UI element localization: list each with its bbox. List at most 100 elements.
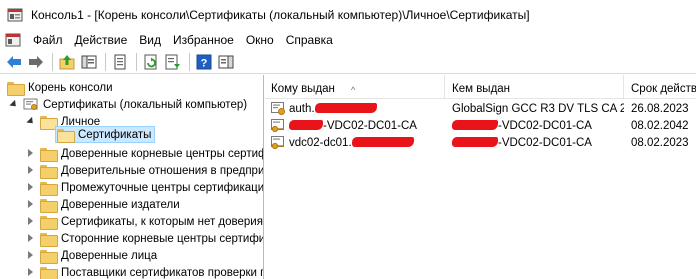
tree-item-certificates[interactable]: Сертификаты bbox=[55, 126, 156, 143]
folder-icon bbox=[40, 147, 58, 162]
tree-item-folder[interactable]: Доверенные лица bbox=[27, 247, 157, 264]
redaction-mark bbox=[289, 119, 323, 130]
folder-icon bbox=[40, 232, 58, 247]
forward-icon bbox=[29, 55, 43, 68]
menu-bar: Файл Действие Вид Избранное Окно Справка bbox=[0, 30, 696, 50]
toolbar-separator bbox=[105, 52, 106, 71]
folder-icon bbox=[40, 164, 58, 179]
tree-item-label: Доверенные издатели bbox=[61, 198, 180, 211]
expand-arrow-icon[interactable] bbox=[27, 117, 36, 126]
collapse-arrow-icon[interactable] bbox=[27, 251, 36, 260]
tree-item-label: Сертификаты (локальный компьютер) bbox=[43, 98, 248, 111]
tree-item-label: Сторонние корневые центры сертификац bbox=[61, 232, 264, 245]
cell-issued-by: -VDC02-DC01-CA bbox=[452, 118, 624, 135]
folder-icon bbox=[7, 81, 25, 96]
mmc-console-icon bbox=[7, 7, 23, 23]
cell-issued-by: GlobalSign GCC R3 DV TLS CA 2020 bbox=[452, 103, 624, 115]
collapse-arrow-icon[interactable] bbox=[27, 200, 36, 209]
collapse-arrow-icon[interactable] bbox=[27, 217, 36, 226]
redaction-mark bbox=[314, 102, 377, 113]
collapse-arrow-icon[interactable] bbox=[27, 166, 36, 175]
folder-icon bbox=[40, 198, 58, 213]
column-header-issued-by[interactable]: Кем выдан bbox=[446, 75, 624, 99]
menu-favorites[interactable]: Избранное bbox=[167, 30, 240, 50]
toolbar-separator bbox=[136, 52, 137, 71]
cell-expiration: 08.02.2023 bbox=[631, 137, 689, 149]
tree-item-folder[interactable]: Доверенные издатели bbox=[27, 196, 180, 213]
tree-item-label: Сертификаты bbox=[78, 128, 152, 141]
back-button[interactable] bbox=[4, 52, 24, 72]
tree-item-console-root[interactable]: Корень консоли bbox=[7, 79, 113, 96]
folder-icon bbox=[40, 266, 58, 279]
forward-button[interactable] bbox=[26, 52, 46, 72]
collapse-arrow-icon[interactable] bbox=[27, 234, 36, 243]
title-bar: Консоль1 - [Корень консоли\Сертификаты (… bbox=[0, 0, 696, 30]
list-header: Кому выдан ^ Кем выдан Срок действи bbox=[265, 75, 696, 99]
folder-open-icon bbox=[40, 115, 58, 130]
help-icon: ? bbox=[196, 54, 212, 69]
export-list-button[interactable] bbox=[163, 52, 183, 72]
show-hide-tree-button[interactable] bbox=[79, 52, 99, 72]
show-hide-action-pane-button[interactable] bbox=[216, 52, 236, 72]
console-window-icon[interactable] bbox=[5, 32, 21, 48]
toolbar: ? bbox=[0, 50, 696, 74]
menu-file[interactable]: Файл bbox=[27, 30, 69, 50]
tree-item-folder[interactable]: Сторонние корневые центры сертификац bbox=[27, 230, 264, 247]
show-hide-action-pane-icon bbox=[218, 55, 234, 68]
window-title: Консоль1 - [Корень консоли\Сертификаты (… bbox=[31, 8, 530, 22]
cell-issued-to: -VDC02-DC01-CA bbox=[289, 118, 444, 135]
toolbar-separator bbox=[52, 52, 53, 71]
tree-item-folder[interactable]: Промежуточные центры сертификации bbox=[27, 179, 264, 196]
tree-item-label: Сертификаты, к которым нет доверия bbox=[61, 215, 263, 228]
collapse-arrow-icon[interactable] bbox=[27, 183, 36, 192]
tree-item-folder[interactable]: Поставщики сертификатов проверки под bbox=[27, 264, 264, 279]
up-folder-icon bbox=[59, 54, 75, 69]
folder-open-icon bbox=[57, 128, 75, 143]
console-tree: Корень консоли Сертификаты (локальный ко… bbox=[0, 75, 264, 279]
cell-issued-to: auth. bbox=[289, 101, 444, 118]
certificate-list: Кому выдан ^ Кем выдан Срок действи auth… bbox=[265, 75, 696, 279]
table-row[interactable]: auth. GlobalSign GCC R3 DV TLS CA 2020 2… bbox=[265, 101, 696, 118]
refresh-icon bbox=[144, 54, 157, 69]
folder-icon bbox=[40, 215, 58, 230]
certificate-key-icon bbox=[271, 119, 284, 133]
tree-item-label: Промежуточные центры сертификации bbox=[61, 181, 264, 194]
certificate-key-icon bbox=[271, 136, 284, 150]
collapse-arrow-icon[interactable] bbox=[27, 149, 36, 158]
certificate-icon bbox=[271, 102, 285, 115]
table-row[interactable]: vdc02-dc01. -VDC02-DC01-CA 08.02.2023 bbox=[265, 135, 696, 152]
cell-issued-by: -VDC02-DC01-CA bbox=[452, 135, 624, 152]
refresh-button[interactable] bbox=[141, 52, 161, 72]
redaction-mark bbox=[351, 136, 414, 147]
menu-action[interactable]: Действие bbox=[69, 30, 134, 50]
tree-item-label: Корень консоли bbox=[28, 81, 113, 94]
cell-issued-to: vdc02-dc01. bbox=[289, 135, 444, 152]
sort-ascending-icon: ^ bbox=[351, 85, 356, 95]
column-header-expiration[interactable]: Срок действи bbox=[625, 75, 696, 99]
expand-arrow-icon[interactable] bbox=[10, 100, 19, 109]
up-one-level-button[interactable] bbox=[57, 52, 77, 72]
table-row[interactable]: -VDC02-DC01-CA -VDC02-DC01-CA 08.02.2042 bbox=[265, 118, 696, 135]
menu-help[interactable]: Справка bbox=[280, 30, 339, 50]
tree-item-label: Доверительные отношения в предприяти bbox=[61, 164, 264, 177]
menu-window[interactable]: Окно bbox=[240, 30, 280, 50]
redaction-mark bbox=[452, 119, 498, 130]
help-button[interactable]: ? bbox=[194, 52, 214, 72]
tree-item-folder[interactable]: Сертификаты, к которым нет доверия bbox=[27, 213, 263, 230]
svg-text:?: ? bbox=[201, 57, 208, 69]
tree-item-folder[interactable]: Доверительные отношения в предприяти bbox=[27, 162, 264, 179]
folder-icon bbox=[40, 249, 58, 264]
toolbar-separator bbox=[189, 52, 190, 71]
show-hide-tree-icon bbox=[81, 55, 97, 68]
tree-item-folder[interactable]: Доверенные корневые центры сертифик bbox=[27, 145, 263, 162]
tree-item-label: Поставщики сертификатов проверки под bbox=[61, 266, 264, 279]
cell-expiration: 26.08.2023 bbox=[631, 103, 689, 115]
copy-icon bbox=[114, 54, 126, 69]
copy-button[interactable] bbox=[110, 52, 130, 72]
certificates-snapin-icon bbox=[23, 98, 38, 110]
collapse-arrow-icon[interactable] bbox=[27, 268, 36, 277]
menu-view[interactable]: Вид bbox=[133, 30, 167, 50]
column-header-issued-to[interactable]: Кому выдан ^ bbox=[265, 75, 445, 99]
tree-item-certificates-local[interactable]: Сертификаты (локальный компьютер) bbox=[10, 96, 247, 113]
tree-item-label: Доверенные лица bbox=[61, 249, 158, 262]
